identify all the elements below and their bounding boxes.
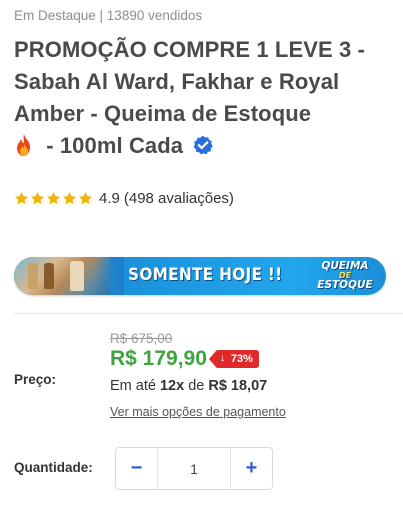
price-row: R$ 179,90 ↓ 73%	[110, 347, 259, 371]
quantity-decrease-button[interactable]: −	[116, 448, 158, 489]
quantity-increase-button[interactable]: +	[230, 448, 272, 489]
banner-badge: QUEIMA DE ESTOQUE	[311, 260, 379, 292]
star-icon	[47, 192, 60, 205]
rating-count: (498 avaliações)	[123, 190, 234, 207]
star-icon	[79, 192, 92, 205]
verified-check-icon	[193, 135, 214, 155]
product-title-main: PROMOÇÃO COMPRE 1 LEVE 3 - Sabah Al Ward…	[14, 37, 365, 126]
star-icon	[31, 192, 44, 205]
product-title-suffix: - 100ml Cada	[40, 133, 184, 158]
product-meta: Em Destaque | 13890 vendidos	[14, 8, 203, 23]
banner-text: SOMENTE HOJE !!	[128, 265, 283, 285]
discount-badge: ↓ 73%	[208, 350, 259, 368]
quantity-stepper: − +	[115, 447, 273, 490]
installment-info: Em até 12x de R$ 18,07	[110, 378, 267, 394]
installment-mid: de	[184, 378, 209, 394]
star-icon	[15, 192, 28, 205]
quantity-label: Quantidade:	[14, 460, 93, 475]
installment-prefix: Em até	[110, 378, 160, 394]
payment-options-link[interactable]: Ver mais opções de pagamento	[110, 405, 286, 419]
installment-value: R$ 18,07	[208, 378, 268, 394]
product-title: PROMOÇÃO COMPRE 1 LEVE 3 - Sabah Al Ward…	[14, 34, 399, 162]
star-icon	[63, 192, 76, 205]
product-rating[interactable]: 4.9 (498 avaliações)	[14, 190, 234, 207]
section-divider	[14, 313, 403, 314]
old-price: R$ 675,00	[110, 331, 173, 346]
installment-count: 12x	[159, 378, 185, 394]
promo-banner[interactable]: SOMENTE HOJE !! QUEIMA DE ESTOQUE	[14, 257, 386, 295]
price-label: Preço:	[14, 372, 57, 387]
star-rating	[14, 191, 93, 206]
badge-line3: ESTOQUE	[317, 279, 373, 291]
banner-product-photo	[14, 257, 124, 295]
current-price: R$ 179,90	[110, 347, 207, 370]
quantity-input[interactable]	[158, 448, 230, 489]
rating-value: 4.9	[99, 190, 120, 207]
fire-icon	[17, 134, 30, 156]
discount-value: 73%	[230, 353, 253, 365]
arrow-down-icon: ↓	[219, 352, 226, 364]
